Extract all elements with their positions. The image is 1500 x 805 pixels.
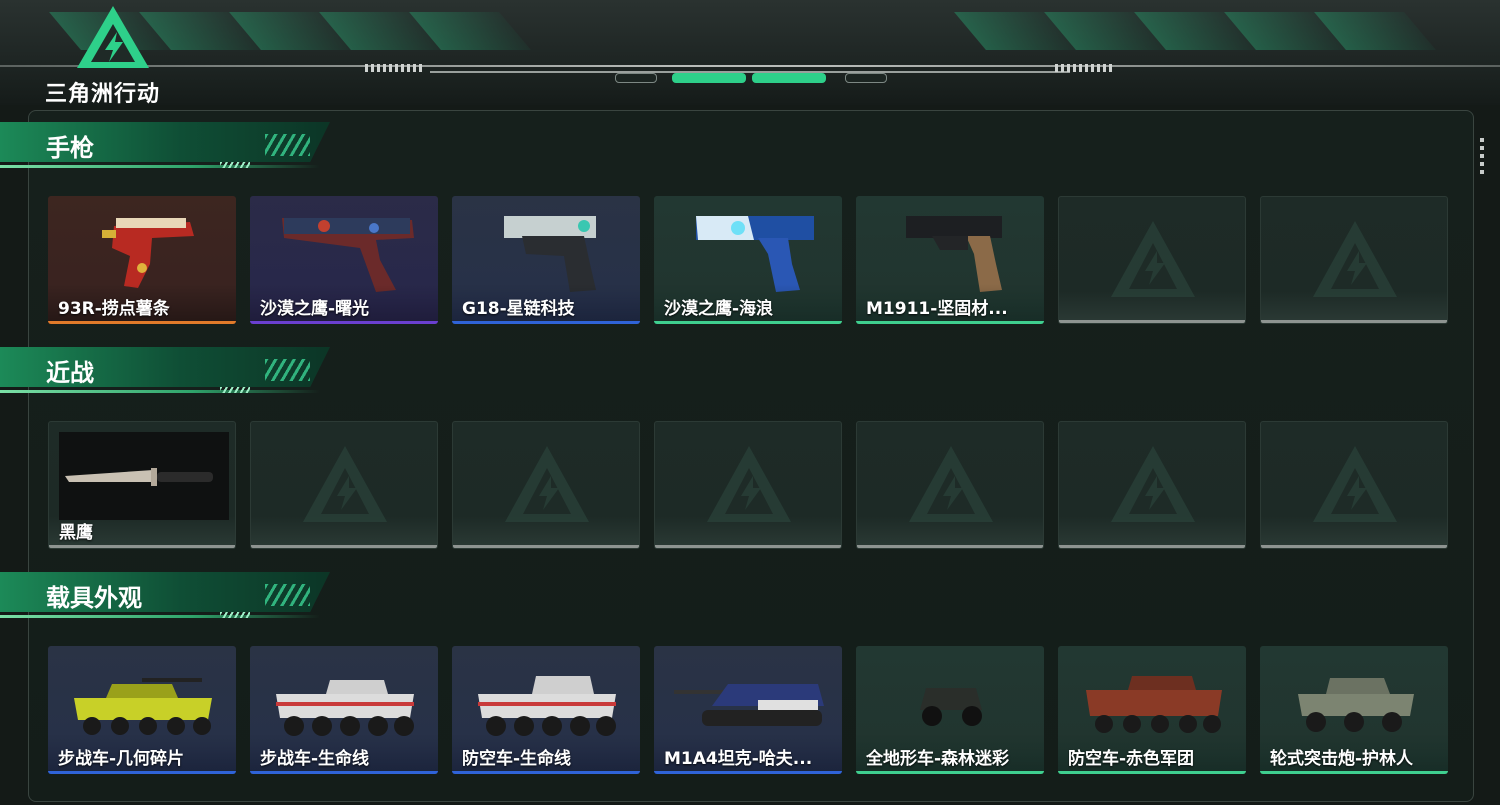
header-divider-inner bbox=[430, 71, 1070, 73]
empty-slot[interactable] bbox=[452, 421, 640, 549]
empty-slot[interactable] bbox=[654, 421, 842, 549]
aa-vehicle-icon bbox=[1086, 676, 1222, 733]
skin-name: G18-星链科技 bbox=[462, 299, 575, 319]
skin-name: 防空车-生命线 bbox=[462, 749, 572, 769]
scrollbar[interactable] bbox=[1480, 138, 1484, 178]
pistol-g18-icon bbox=[504, 216, 596, 292]
logo-text: 三角洲行动 bbox=[45, 82, 161, 107]
skin-card[interactable]: 步战车-生命线 bbox=[250, 646, 438, 774]
delta-logo-icon bbox=[77, 6, 149, 68]
skin-name: M1A4坦克-哈夫... bbox=[664, 749, 813, 769]
skin-name: 沙漠之鹰-曙光 bbox=[260, 299, 370, 319]
skin-name: 黑鹰 bbox=[59, 523, 93, 543]
skin-card[interactable]: G18-星链科技 bbox=[452, 196, 640, 324]
skin-card[interactable]: 全地形车-森林迷彩 bbox=[856, 646, 1044, 774]
section-title: 近战 bbox=[46, 359, 94, 387]
skin-name: 步战车-生命线 bbox=[260, 749, 370, 769]
desert-eagle-icon bbox=[282, 218, 414, 292]
atv-icon bbox=[920, 688, 982, 726]
empty-slot[interactable] bbox=[250, 421, 438, 549]
skin-card[interactable]: 步战车-几何碎片 bbox=[48, 646, 236, 774]
page-indicator[interactable] bbox=[845, 73, 887, 83]
skin-card[interactable]: 沙漠之鹰-曙光 bbox=[250, 196, 438, 324]
skin-name: 沙漠之鹰-海浪 bbox=[664, 299, 774, 319]
page-indicator[interactable] bbox=[615, 73, 657, 83]
delta-logo-icon bbox=[1111, 221, 1195, 297]
skin-card[interactable]: 黑鹰 bbox=[48, 421, 236, 549]
section-header-vehicle: 载具外观 bbox=[0, 572, 330, 624]
empty-slot[interactable] bbox=[1260, 196, 1448, 324]
pistol-93r-icon bbox=[102, 218, 194, 288]
top-header: 三角洲行动 bbox=[0, 0, 1500, 107]
skin-card[interactable]: 沙漠之鹰-海浪 bbox=[654, 196, 842, 324]
skin-name: 93R-捞点薯条 bbox=[58, 299, 170, 319]
skin-card[interactable]: 防空车-生命线 bbox=[452, 646, 640, 774]
delta-logo-icon bbox=[505, 446, 589, 522]
game-logo: 三角洲行动 bbox=[45, 4, 185, 107]
skin-name: 轮式突击炮-护林人 bbox=[1270, 749, 1414, 769]
delta-logo-icon bbox=[707, 446, 791, 522]
empty-slot[interactable] bbox=[1058, 196, 1246, 324]
aa-vehicle-icon bbox=[478, 676, 616, 736]
ifv-icon bbox=[276, 680, 414, 736]
section-header-melee: 近战 bbox=[0, 347, 330, 399]
skin-name: 防空车-赤色军团 bbox=[1068, 749, 1195, 769]
skin-card[interactable]: M1911-坚固材... bbox=[856, 196, 1044, 324]
section-header-pistol: 手枪 bbox=[0, 122, 330, 174]
skin-card[interactable]: 93R-捞点薯条 bbox=[48, 196, 236, 324]
desert-eagle-icon bbox=[696, 216, 814, 292]
empty-slot[interactable] bbox=[856, 421, 1044, 549]
ifv-icon bbox=[74, 678, 212, 735]
skin-card[interactable]: 防空车-赤色军团 bbox=[1058, 646, 1246, 774]
delta-logo-icon bbox=[1313, 446, 1397, 522]
assault-gun-icon bbox=[1298, 678, 1414, 732]
header-dashes-right bbox=[1055, 64, 1115, 72]
skin-name: 全地形车-森林迷彩 bbox=[866, 749, 1010, 769]
page-indicator-active[interactable] bbox=[672, 73, 746, 83]
skin-name: M1911-坚固材... bbox=[866, 299, 1008, 319]
page-indicator-active[interactable] bbox=[752, 73, 826, 83]
delta-logo-icon bbox=[1313, 221, 1397, 297]
section-title: 载具外观 bbox=[46, 584, 142, 612]
section-title: 手枪 bbox=[46, 134, 94, 162]
knife-icon bbox=[65, 468, 213, 486]
tank-icon bbox=[674, 684, 824, 726]
header-dashes-left bbox=[365, 64, 425, 72]
skin-name: 步战车-几何碎片 bbox=[58, 749, 185, 769]
header-divider bbox=[0, 65, 1500, 67]
pistol-m1911-icon bbox=[906, 216, 1002, 292]
skin-card[interactable]: M1A4坦克-哈夫... bbox=[654, 646, 842, 774]
delta-logo-icon bbox=[909, 446, 993, 522]
delta-logo-icon bbox=[1111, 446, 1195, 522]
skin-card[interactable]: 轮式突击炮-护林人 bbox=[1260, 646, 1448, 774]
empty-slot[interactable] bbox=[1058, 421, 1246, 549]
delta-logo-icon bbox=[303, 446, 387, 522]
empty-slot[interactable] bbox=[1260, 421, 1448, 549]
